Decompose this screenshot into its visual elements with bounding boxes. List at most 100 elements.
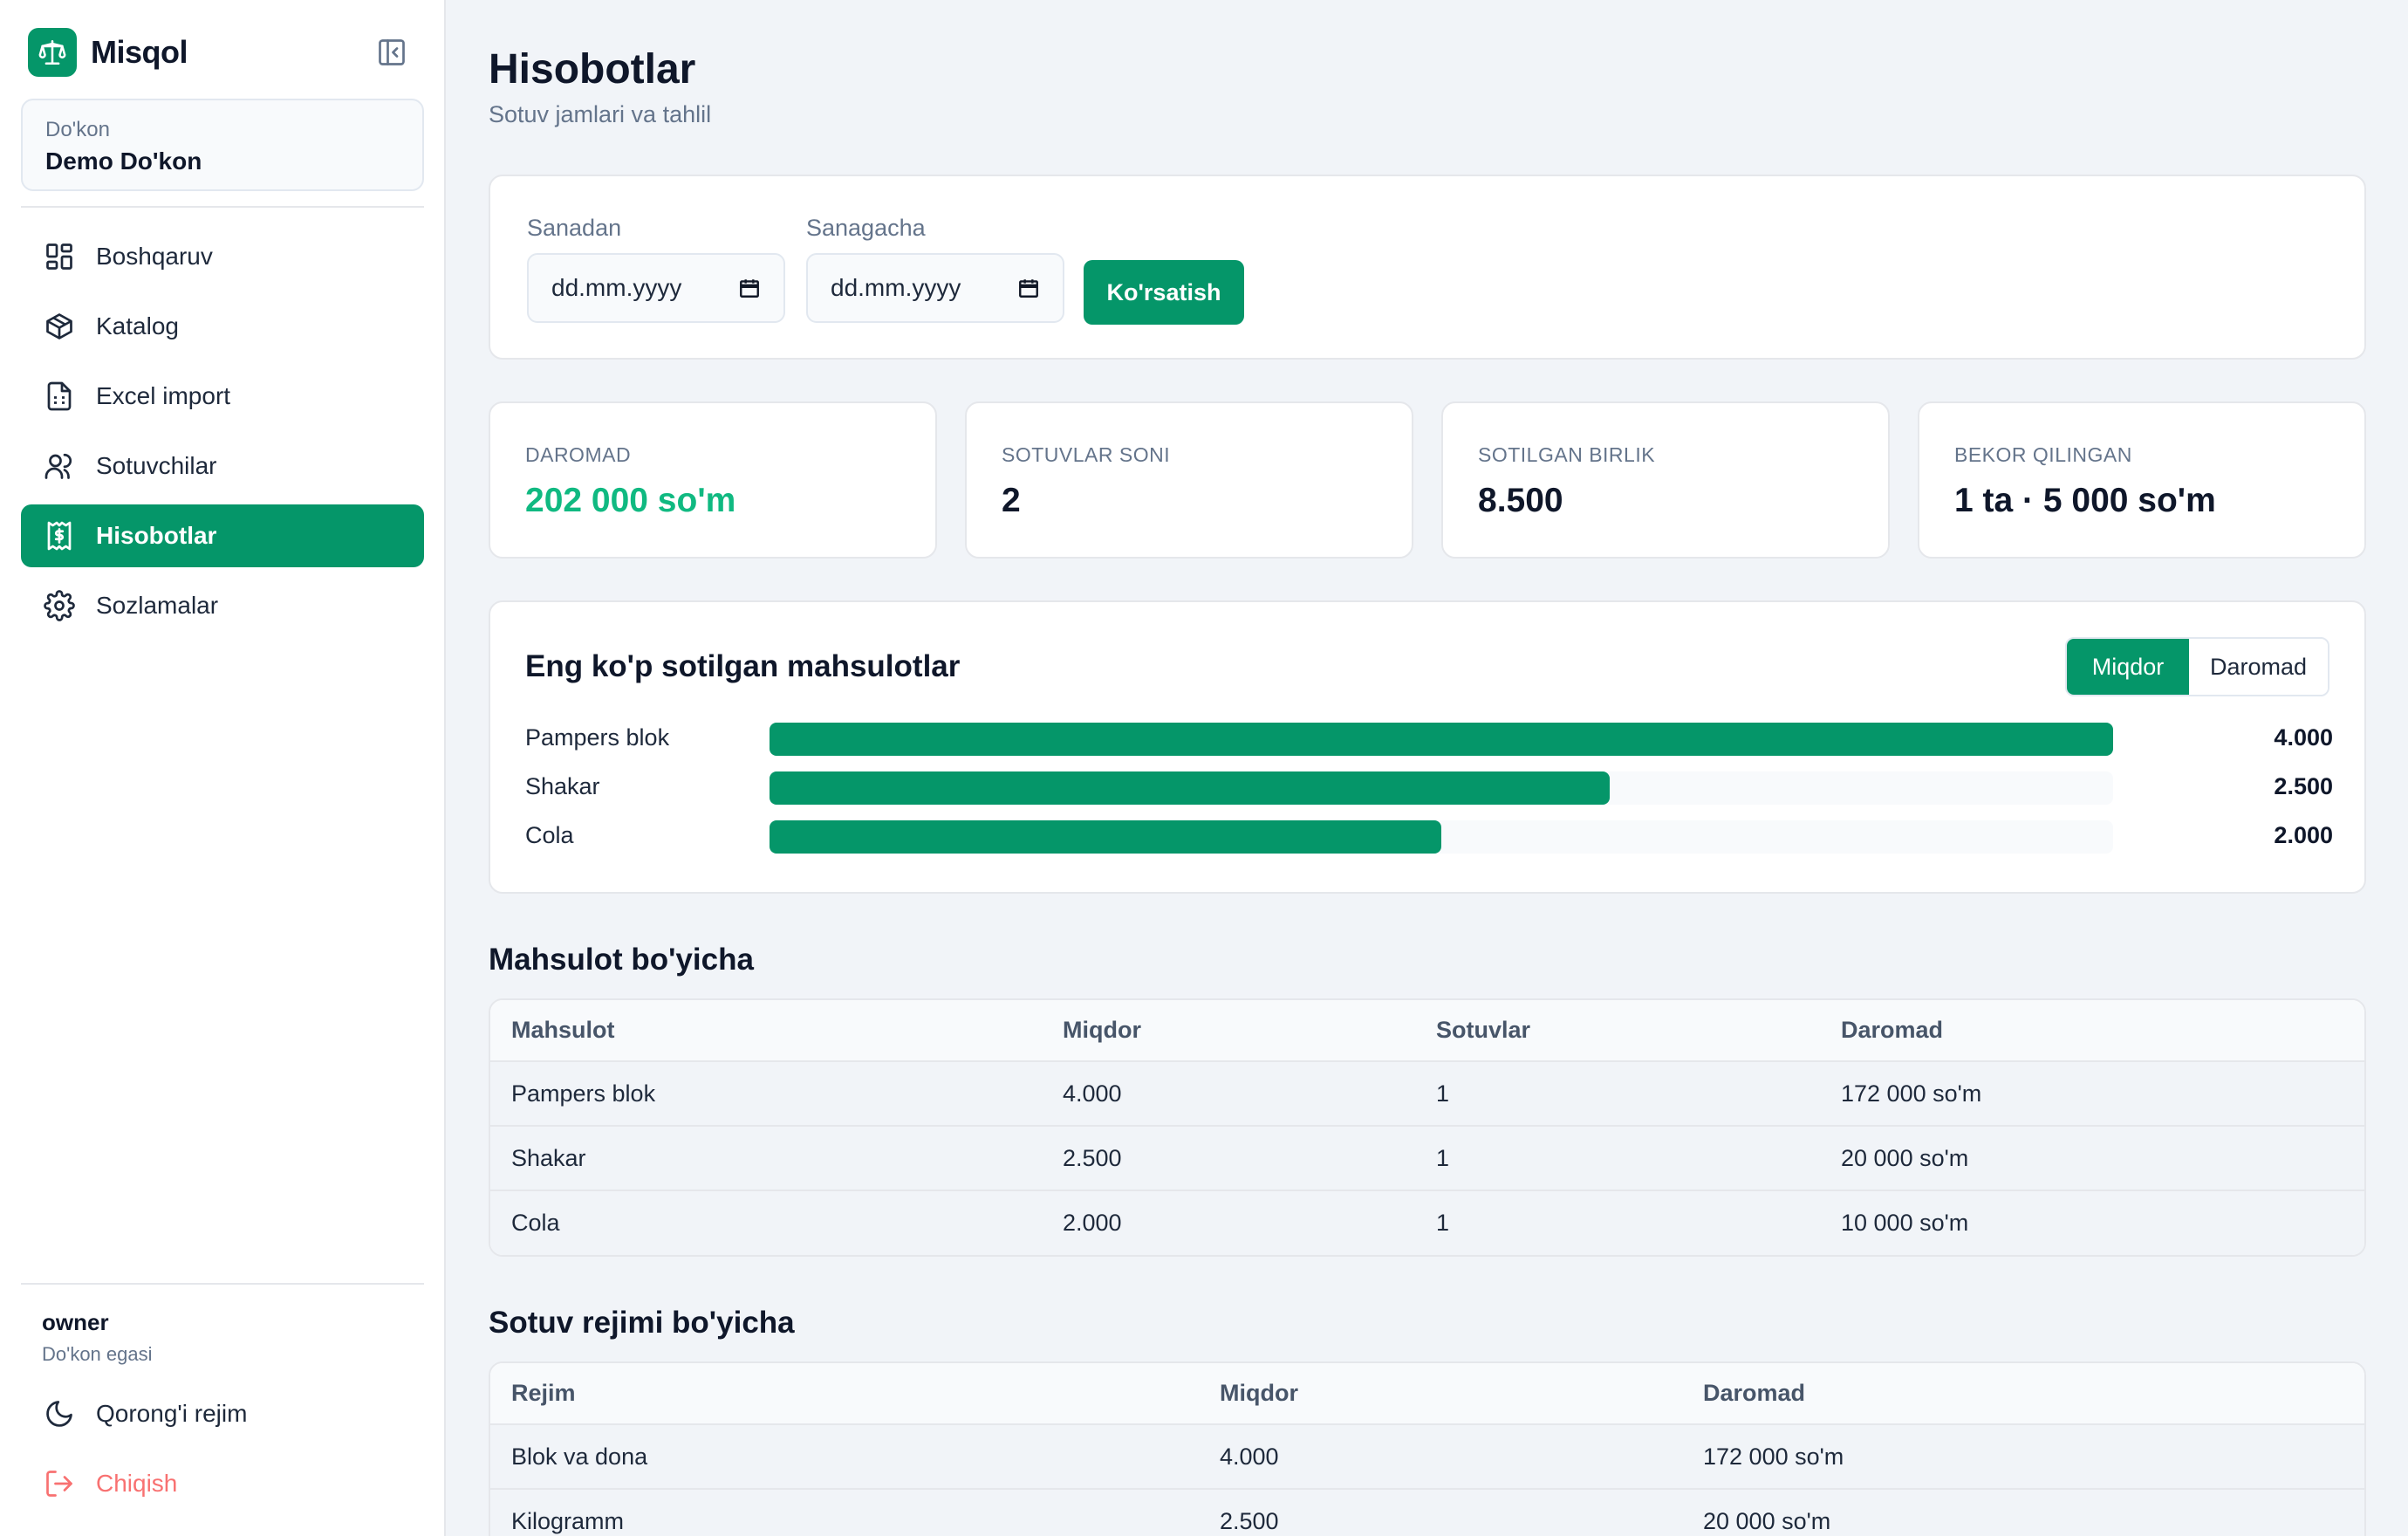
column-header[interactable]: Rejim: [490, 1363, 1199, 1424]
metric-toggle: Miqdor Daromad: [2065, 637, 2329, 696]
top-products-chart: Eng ko'p sotilgan mahsulotlar Miqdor Dar…: [489, 600, 2366, 894]
sidebar-item-sotuvchilar[interactable]: Sotuvchilar: [21, 435, 424, 497]
table-cell: 1: [1415, 1125, 1820, 1190]
stat-card-units-sold: SOTILGAN BIRLIK 8.500: [1441, 401, 1890, 559]
gear-icon: [42, 588, 77, 623]
sidebar-divider: [21, 206, 424, 208]
sidebar-item-label: Hisobotlar: [96, 522, 217, 549]
column-header[interactable]: Daromad: [1820, 1000, 2364, 1061]
bar-track: [770, 723, 2113, 756]
column-header[interactable]: Sotuvlar: [1415, 1000, 1820, 1061]
sidebar-item-boshqaruv[interactable]: Boshqaruv: [21, 225, 424, 288]
column-header[interactable]: Miqdor: [1042, 1000, 1415, 1061]
user-name: owner: [42, 1309, 109, 1335]
bar[interactable]: [770, 771, 1610, 805]
stat-value: 2: [1002, 482, 1021, 519]
sidebar-item-label: Sozlamalar: [96, 592, 219, 619]
table-cell: Cola: [490, 1190, 1042, 1255]
stat-label: DAROMAD: [525, 443, 632, 466]
calendar-icon[interactable]: [738, 277, 761, 299]
table-cell: Kilogramm: [490, 1488, 1199, 1536]
brand[interactable]: Misqol: [28, 28, 188, 77]
receipt-icon: [42, 518, 77, 553]
table-header-row: Mahsulot Miqdor Sotuvlar Daromad: [490, 1000, 2364, 1061]
table-row[interactable]: Pampers blok 4.000 1 172 000 so'm: [490, 1060, 2364, 1126]
table-cell: 2.000: [1042, 1190, 1415, 1255]
sidebar-item-label: Katalog: [96, 312, 179, 339]
table-cell: Pampers blok: [490, 1060, 1042, 1126]
file-spreadsheet-icon: [42, 379, 77, 414]
store-selector[interactable]: Do'kon Demo Do'kon: [21, 99, 424, 191]
stat-value: 1 ta · 5 000 so'm: [1954, 482, 2216, 519]
stat-card-cancelled: BEKOR QILINGAN 1 ta · 5 000 so'm: [1918, 401, 2366, 559]
stat-value: 202 000 so'm: [525, 482, 736, 519]
to-date-placeholder: dd.mm.yyyy: [831, 274, 961, 301]
store-name: Demo Do'kon: [45, 147, 202, 175]
sidebar-divider: [21, 1283, 424, 1285]
table-row[interactable]: Blok va dona 4.000 172 000 so'm: [490, 1423, 2364, 1489]
from-date-placeholder: dd.mm.yyyy: [551, 274, 682, 301]
table-row[interactable]: Kilogramm 2.500 20 000 so'm: [490, 1488, 2364, 1536]
product-table-title: Mahsulot bo'yicha: [489, 943, 754, 977]
product-table: Mahsulot Miqdor Sotuvlar Daromad Pampers…: [489, 998, 2366, 1257]
stat-card-sales-count: SOTUVLAR SONI 2: [965, 401, 1413, 559]
column-header[interactable]: Mahsulot: [490, 1000, 1042, 1061]
user-role: Do'kon egasi: [42, 1343, 153, 1365]
table-cell: Shakar: [490, 1125, 1042, 1190]
logout-button[interactable]: Chiqish: [21, 1452, 424, 1515]
bar-row: Shakar 2.500: [525, 770, 2333, 805]
bar-value-label: 4.000: [2274, 724, 2333, 751]
stat-label: SOTUVLAR SONI: [1002, 443, 1171, 466]
chart-title: Eng ko'p sotilgan mahsulotlar: [525, 649, 961, 683]
dark-mode-label: Qorong'i rejim: [96, 1400, 248, 1427]
table-cell: 1: [1415, 1060, 1820, 1126]
stat-value: 8.500: [1478, 482, 1563, 519]
sidebar-item-katalog[interactable]: Katalog: [21, 295, 424, 358]
bar-label: Cola: [525, 822, 574, 848]
sidebar-item-excel-import[interactable]: Excel import: [21, 365, 424, 428]
table-cell: 20 000 so'm: [1820, 1125, 2364, 1190]
scale-icon: [28, 28, 77, 77]
sales-mode-table: Rejim Miqdor Daromad Blok va dona 4.000 …: [489, 1361, 2366, 1536]
store-label: Do'kon: [45, 118, 110, 141]
table-row[interactable]: Shakar 2.500 1 20 000 so'm: [490, 1125, 2364, 1190]
dark-mode-toggle[interactable]: Qorong'i rejim: [21, 1382, 424, 1445]
mode-table-title: Sotuv rejimi bo'yicha: [489, 1306, 795, 1340]
dashboard-icon: [42, 239, 77, 274]
sidebar-item-sozlamalar[interactable]: Sozlamalar: [21, 574, 424, 637]
bar-label: Shakar: [525, 773, 600, 799]
table-cell: 4.000: [1042, 1060, 1415, 1126]
sidebar-item-label: Sotuvchilar: [96, 452, 217, 479]
logout-icon: [42, 1466, 77, 1501]
sidebar-item-hisobotlar[interactable]: Hisobotlar: [21, 504, 424, 567]
table-cell: 4.000: [1199, 1423, 1682, 1489]
bar-row: Pampers blok 4.000: [525, 721, 2333, 756]
table-row[interactable]: Cola 2.000 1 10 000 so'm: [490, 1190, 2364, 1255]
toggle-revenue-button[interactable]: Daromad: [2189, 639, 2328, 695]
bar[interactable]: [770, 723, 2113, 756]
table-cell: 2.500: [1042, 1125, 1415, 1190]
bar[interactable]: [770, 820, 1441, 854]
sidebar-collapse-icon[interactable]: [375, 36, 408, 69]
page-subtitle: Sotuv jamlari va tahlil: [489, 101, 712, 127]
calendar-icon[interactable]: [1017, 277, 1040, 299]
logout-label: Chiqish: [96, 1470, 178, 1497]
table-header-row: Rejim Miqdor Daromad: [490, 1363, 2364, 1424]
from-date-label: Sanadan: [527, 215, 622, 241]
bar-track: [770, 771, 2113, 805]
bar-label: Pampers blok: [525, 724, 670, 751]
user-info: owner Do'kon egasi: [42, 1309, 153, 1366]
column-header[interactable]: Daromad: [1682, 1363, 2364, 1424]
moon-icon: [42, 1396, 77, 1431]
toggle-quantity-button[interactable]: Miqdor: [2067, 639, 2189, 695]
table-cell: 172 000 so'm: [1682, 1423, 2364, 1489]
date-filter-card: Sanadan dd.mm.yyyy Sanagacha dd.mm.yyyy …: [489, 175, 2366, 360]
from-date-input[interactable]: dd.mm.yyyy: [527, 253, 785, 323]
bar-track: [770, 820, 2113, 854]
show-report-button[interactable]: Ko'rsatish: [1084, 260, 1244, 325]
table-cell: 10 000 so'm: [1820, 1190, 2364, 1255]
to-date-input[interactable]: dd.mm.yyyy: [806, 253, 1064, 323]
sidebar: Misqol Do'kon Demo Do'kon Boshqaruv Kata…: [0, 0, 446, 1536]
column-header[interactable]: Miqdor: [1199, 1363, 1682, 1424]
bar-value-label: 2.500: [2274, 773, 2333, 799]
